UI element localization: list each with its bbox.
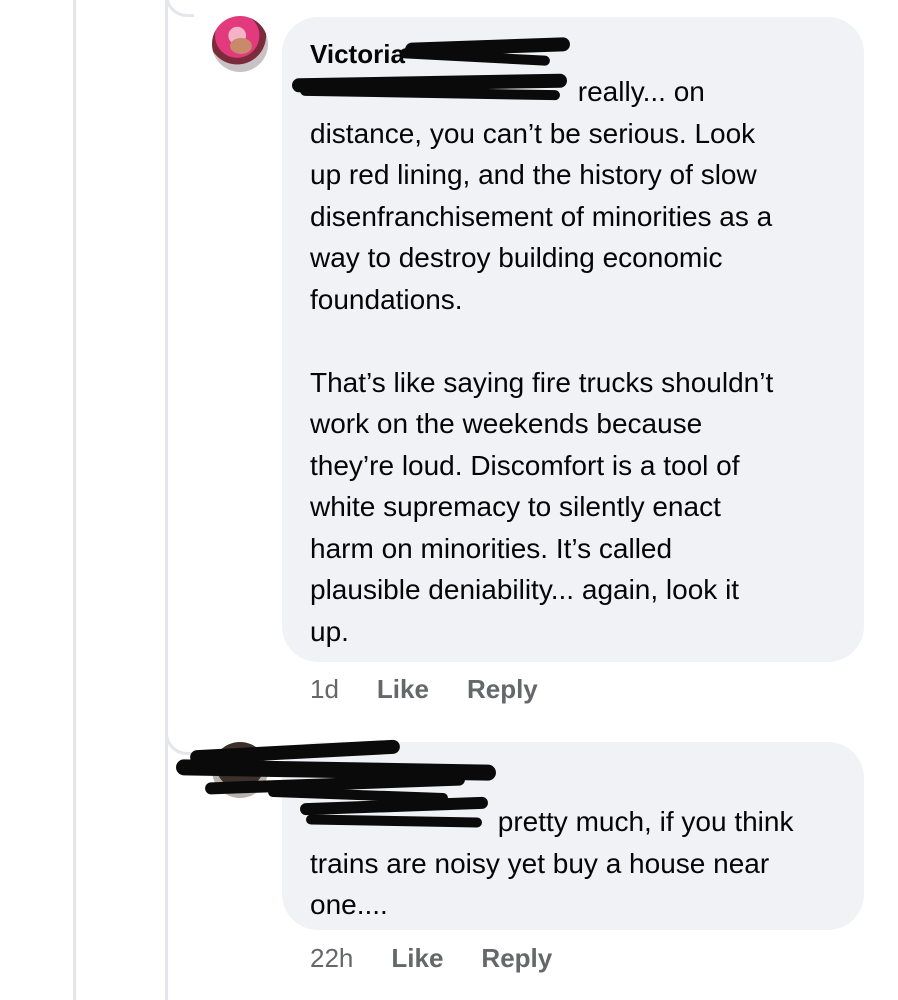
comment-thread: Victoria really... on distance, you can’… [0, 0, 898, 1000]
comment-text: really... on distance, you can’t be seri… [310, 71, 836, 320]
comment-author[interactable]: Victoria [310, 37, 405, 71]
author-name[interactable]: Victoria [310, 39, 405, 69]
like-button[interactable]: Like [377, 674, 429, 705]
thread-line-inner [165, 0, 168, 1000]
comment-paragraph-2: That’s like saying fire trucks shouldn’t… [310, 366, 774, 647]
comment-timestamp[interactable]: 22h [310, 943, 353, 974]
comment-bubble: Victoria really... on distance, you can’… [282, 17, 864, 662]
comment-timestamp[interactable]: 1d [310, 674, 339, 705]
avatar[interactable] [212, 16, 268, 72]
comment-paragraph: distance, you can’t be serious. Look up … [310, 117, 773, 315]
avatar-face [230, 38, 252, 54]
thread-line-outer [73, 0, 76, 1000]
comment-first-line: pretty much, if you think [490, 806, 794, 837]
reply-button[interactable]: Reply [481, 943, 552, 974]
like-button[interactable]: Like [391, 943, 443, 974]
comment-actions: 22h Like Reply [310, 943, 590, 974]
reply-button[interactable]: Reply [467, 674, 538, 705]
comment-actions: 1d Like Reply [310, 674, 576, 705]
thread-connector [165, 0, 194, 17]
comment-paragraph: trains are noisy yet buy a house near on… [310, 847, 770, 921]
comment-first-line: really... on [570, 76, 705, 107]
